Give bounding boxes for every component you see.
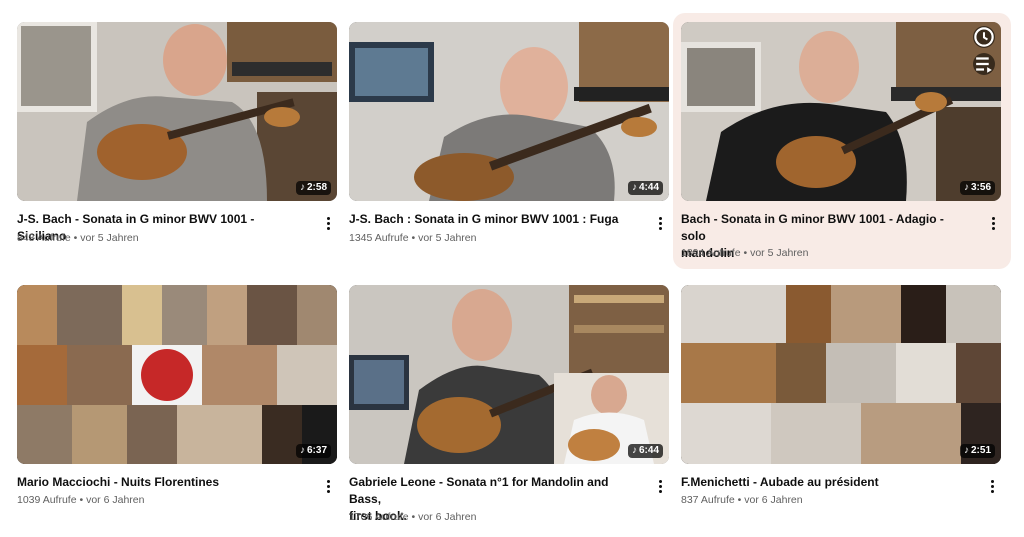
music-note-icon: ♪ (963, 182, 969, 193)
music-note-icon: ♪ (631, 445, 637, 456)
separator: • (411, 511, 416, 523)
view-count: 1894 Aufrufe (681, 247, 741, 259)
video-meta: 1894 Aufrufe • vor 5 Jahren (681, 246, 808, 260)
view-count: 1039 Aufrufe (17, 494, 77, 506)
video-thumbnail-5[interactable]: ♪ 6:44 (349, 285, 669, 464)
music-note-icon: ♪ (963, 445, 969, 456)
video-title[interactable]: F.Menichetti - Aubade au président (681, 474, 961, 491)
music-note-icon: ♪ (631, 182, 637, 193)
upload-age: vor 5 Jahren (750, 247, 809, 259)
thumbnail-image-6 (681, 285, 1001, 464)
duration-badge: ♪ 2:51 (959, 444, 995, 458)
clock-icon[interactable] (973, 26, 995, 48)
duration-badge: ♪ 6:44 (627, 444, 663, 458)
video-meta: 848 Aufrufe • vor 5 Jahren (17, 231, 139, 245)
video-title[interactable]: J-S. Bach : Sonata in G minor BWV 1001 :… (349, 211, 629, 228)
more-vert-icon[interactable] (654, 213, 666, 233)
more-vert-icon[interactable] (322, 476, 334, 496)
thumbnail-image-2 (349, 22, 669, 201)
thumbnail-image-4 (17, 285, 337, 464)
view-count: 848 Aufrufe (17, 232, 71, 244)
video-thumbnail-6[interactable]: ♪ 2:51 (681, 285, 1001, 464)
upload-age: vor 5 Jahren (80, 232, 139, 244)
video-title[interactable]: Mario Macciochi - Nuits Florentines (17, 474, 297, 491)
video-meta: 837 Aufrufe • vor 6 Jahren (681, 493, 803, 507)
queue-icon[interactable] (973, 53, 995, 75)
separator: • (411, 232, 416, 244)
more-vert-icon[interactable] (654, 476, 666, 496)
thumbnail-image-1 (17, 22, 337, 201)
separator: • (79, 494, 84, 506)
video-card-3[interactable]: ♪ 3:56 Bach - Sonata in G minor BWV 1001 … (673, 13, 1011, 269)
view-count: 1345 Aufrufe (349, 232, 409, 244)
duration-badge: ♪ 6:37 (295, 444, 331, 458)
video-title-line-1: Bach - Sonata in G minor BWV 1001 - Adag… (681, 212, 944, 243)
video-title-line-1: Gabriele Leone - Sonata n°1 for Mandolin… (349, 475, 609, 506)
video-thumbnail-1[interactable]: ♪ 2:58 (17, 22, 337, 201)
video-card-2[interactable]: ♪ 4:44 J-S. Bach : Sonata in G minor BWV … (349, 22, 685, 252)
video-meta: 1706 Aufrufe • vor 6 Jahren (349, 510, 476, 524)
separator: • (73, 232, 78, 244)
music-note-icon: ♪ (299, 182, 305, 193)
duration-badge: ♪ 3:56 (959, 181, 995, 195)
separator: • (737, 494, 742, 506)
video-meta: 1345 Aufrufe • vor 5 Jahren (349, 231, 476, 245)
video-thumbnail-2[interactable]: ♪ 4:44 (349, 22, 669, 201)
upload-age: vor 6 Jahren (86, 494, 145, 506)
video-card-6[interactable]: ♪ 2:51 F.Menichetti - Aubade au président… (681, 285, 1017, 515)
upload-age: vor 6 Jahren (744, 494, 803, 506)
video-card-4[interactable]: ♪ 6:37 Mario Macciochi - Nuits Florentine… (17, 285, 353, 515)
video-thumbnail-3[interactable]: ♪ 3:56 (681, 22, 1001, 201)
more-vert-icon[interactable] (322, 213, 334, 233)
duration-badge: ♪ 2:58 (295, 181, 331, 195)
separator: • (743, 247, 748, 259)
view-count: 1706 Aufrufe (349, 511, 409, 523)
more-vert-icon[interactable] (987, 213, 999, 233)
video-meta: 1039 Aufrufe • vor 6 Jahren (17, 493, 144, 507)
view-count: 837 Aufrufe (681, 494, 735, 506)
music-note-icon: ♪ (299, 445, 305, 456)
duration-badge: ♪ 4:44 (627, 181, 663, 195)
video-thumbnail-4[interactable]: ♪ 6:37 (17, 285, 337, 464)
thumbnail-image-3 (681, 22, 1001, 201)
thumbnail-image-5 (349, 285, 669, 464)
video-card-5[interactable]: ♪ 6:44 Gabriele Leone - Sonata n°1 for Ma… (349, 285, 685, 525)
more-vert-icon[interactable] (986, 476, 998, 496)
upload-age: vor 5 Jahren (418, 232, 477, 244)
video-card-1[interactable]: ♪ 2:58 J-S. Bach - Sonata in G minor BWV … (17, 22, 353, 252)
upload-age: vor 6 Jahren (418, 511, 477, 523)
